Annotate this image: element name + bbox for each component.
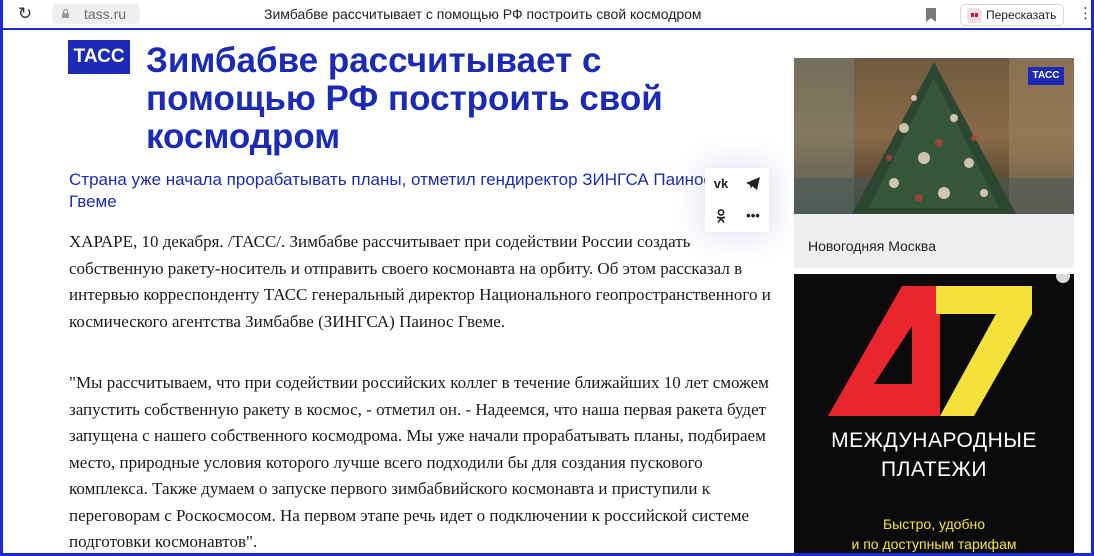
retell-button[interactable]: Пересказать	[960, 4, 1064, 26]
retell-label: Пересказать	[986, 8, 1057, 22]
page-title-bar: Зимбабве рассчитывает с помощью РФ постр…	[264, 6, 702, 22]
lock-icon	[62, 9, 69, 18]
share-vk-button[interactable]: vk	[705, 168, 737, 200]
bookmark-icon[interactable]	[926, 8, 936, 22]
share-telegram-button[interactable]	[737, 168, 769, 200]
more-icon: •••	[746, 208, 760, 223]
vk-icon: vk	[713, 176, 729, 191]
sidebar-news-card[interactable]: ТАСС Новогодняя Москва	[794, 58, 1074, 268]
retell-icon	[967, 8, 982, 23]
telegram-icon	[746, 177, 760, 190]
article-subheadline: Страна уже начала прорабатывать планы, о…	[69, 170, 712, 211]
card-tass-logo: ТАСС	[1028, 67, 1064, 85]
share-panel: vk •••	[705, 168, 769, 232]
browser-toolbar: ↻ tass.ru Зимбабве рассчитывает с помощь…	[0, 0, 1094, 30]
browser-menu-icon[interactable]: ⋮	[1078, 5, 1093, 23]
share-more-button[interactable]: •••	[737, 200, 769, 232]
ad-headline: МЕЖДУНАРОДНЫЕ ПЛАТЕЖИ	[831, 429, 1037, 481]
card-caption: Новогодняя Москва	[808, 238, 936, 254]
ad-close-icon[interactable]	[1056, 274, 1070, 283]
tass-logo[interactable]: ТАСС	[68, 40, 130, 74]
url-text: tass.ru	[84, 6, 127, 22]
address-bar[interactable]: tass.ru	[52, 4, 140, 24]
ad-subline: Быстро, удобно и по доступным тарифам	[851, 516, 1017, 552]
a7-logo	[828, 286, 1032, 416]
article-paragraph: ХАРАРЕ, 10 декабря. /ТАСС/. Зимбабве рас…	[69, 232, 771, 331]
article-headline: Зимбабве рассчитывает с помощью РФ постр…	[146, 41, 663, 156]
share-ok-button[interactable]	[705, 200, 737, 232]
odnoklassniki-icon	[716, 209, 726, 223]
reload-icon[interactable]: ↻	[16, 5, 34, 23]
article-paragraph: "Мы рассчитываем, что при содействии рос…	[69, 373, 769, 551]
advertisement-banner[interactable]: МЕЖДУНАРОДНЫЕ ПЛАТЕЖИ Быстро, удобно и п…	[794, 274, 1074, 556]
